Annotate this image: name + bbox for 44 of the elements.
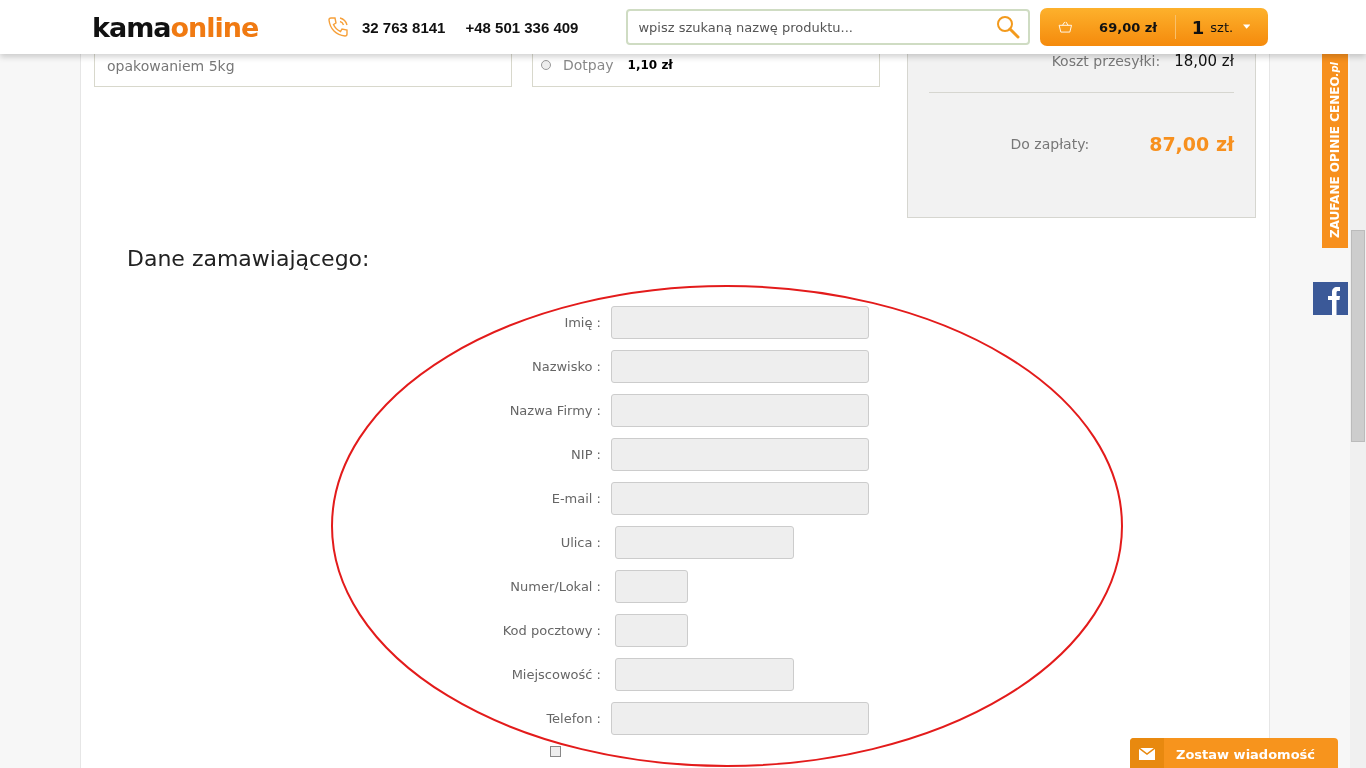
field-label: Nazwisko : <box>530 359 602 374</box>
input-field[interactable] <box>611 438 869 471</box>
field-label: Numer/Lokal : <box>509 579 602 594</box>
shipping-value: 18,00 zł <box>1174 52 1234 70</box>
input-field[interactable] <box>611 482 869 515</box>
field-label: Nazwa Firmy : <box>508 403 602 418</box>
input-field[interactable] <box>615 658 794 691</box>
field-label: Ulica : <box>559 535 602 550</box>
search-field[interactable]: wpisz szukaną nazwę produktu... <box>626 9 1031 45</box>
facebook-icon[interactable] <box>1313 282 1349 315</box>
radio-button[interactable] <box>541 60 551 70</box>
input-field[interactable] <box>611 702 869 735</box>
cart-button[interactable]: 69,00 zł 1 szt. <box>1040 8 1269 46</box>
input-field[interactable] <box>611 350 869 383</box>
total-label: Do zapłaty: <box>1010 136 1090 152</box>
shipping-label: Koszt przesyłki: <box>1051 53 1161 69</box>
input-field[interactable] <box>611 394 869 427</box>
field-label: E-mail : <box>550 491 602 506</box>
section-title: Dane zamawiającego: <box>127 245 371 273</box>
search-icon[interactable] <box>996 15 1021 39</box>
input-field[interactable] <box>615 614 688 647</box>
field-label: Telefon : <box>545 711 602 726</box>
input-field[interactable] <box>615 526 794 559</box>
envelope-icon <box>1139 748 1155 760</box>
field-label: Kod pocztowy : <box>501 623 602 638</box>
package-note: opakowaniem 5kg <box>107 58 235 74</box>
input-field[interactable] <box>611 306 869 339</box>
cart-total: 69,00 zł <box>1099 19 1158 35</box>
payment-fee: 1,10 zł <box>627 58 673 72</box>
total-value: 87,00 zł <box>1149 133 1234 155</box>
phone-number: +48 501 336 409 <box>465 18 579 36</box>
caret-icon <box>1243 23 1251 31</box>
cart-count: 1 <box>1191 16 1205 38</box>
input-field[interactable] <box>615 570 688 603</box>
field-label: NIP : <box>570 447 602 462</box>
phone-icon <box>326 15 350 39</box>
phone-number: 32 763 8141 <box>362 18 446 36</box>
scrollbar[interactable] <box>1350 54 1366 768</box>
field-label: Imię : <box>563 315 602 330</box>
logo[interactable]: kamaonline <box>92 11 304 43</box>
field-label: Miejscowość : <box>510 667 602 682</box>
cart-unit: szt. <box>1210 19 1234 35</box>
checkbox[interactable] <box>550 746 561 757</box>
payment-name: Dotpay <box>563 57 614 73</box>
